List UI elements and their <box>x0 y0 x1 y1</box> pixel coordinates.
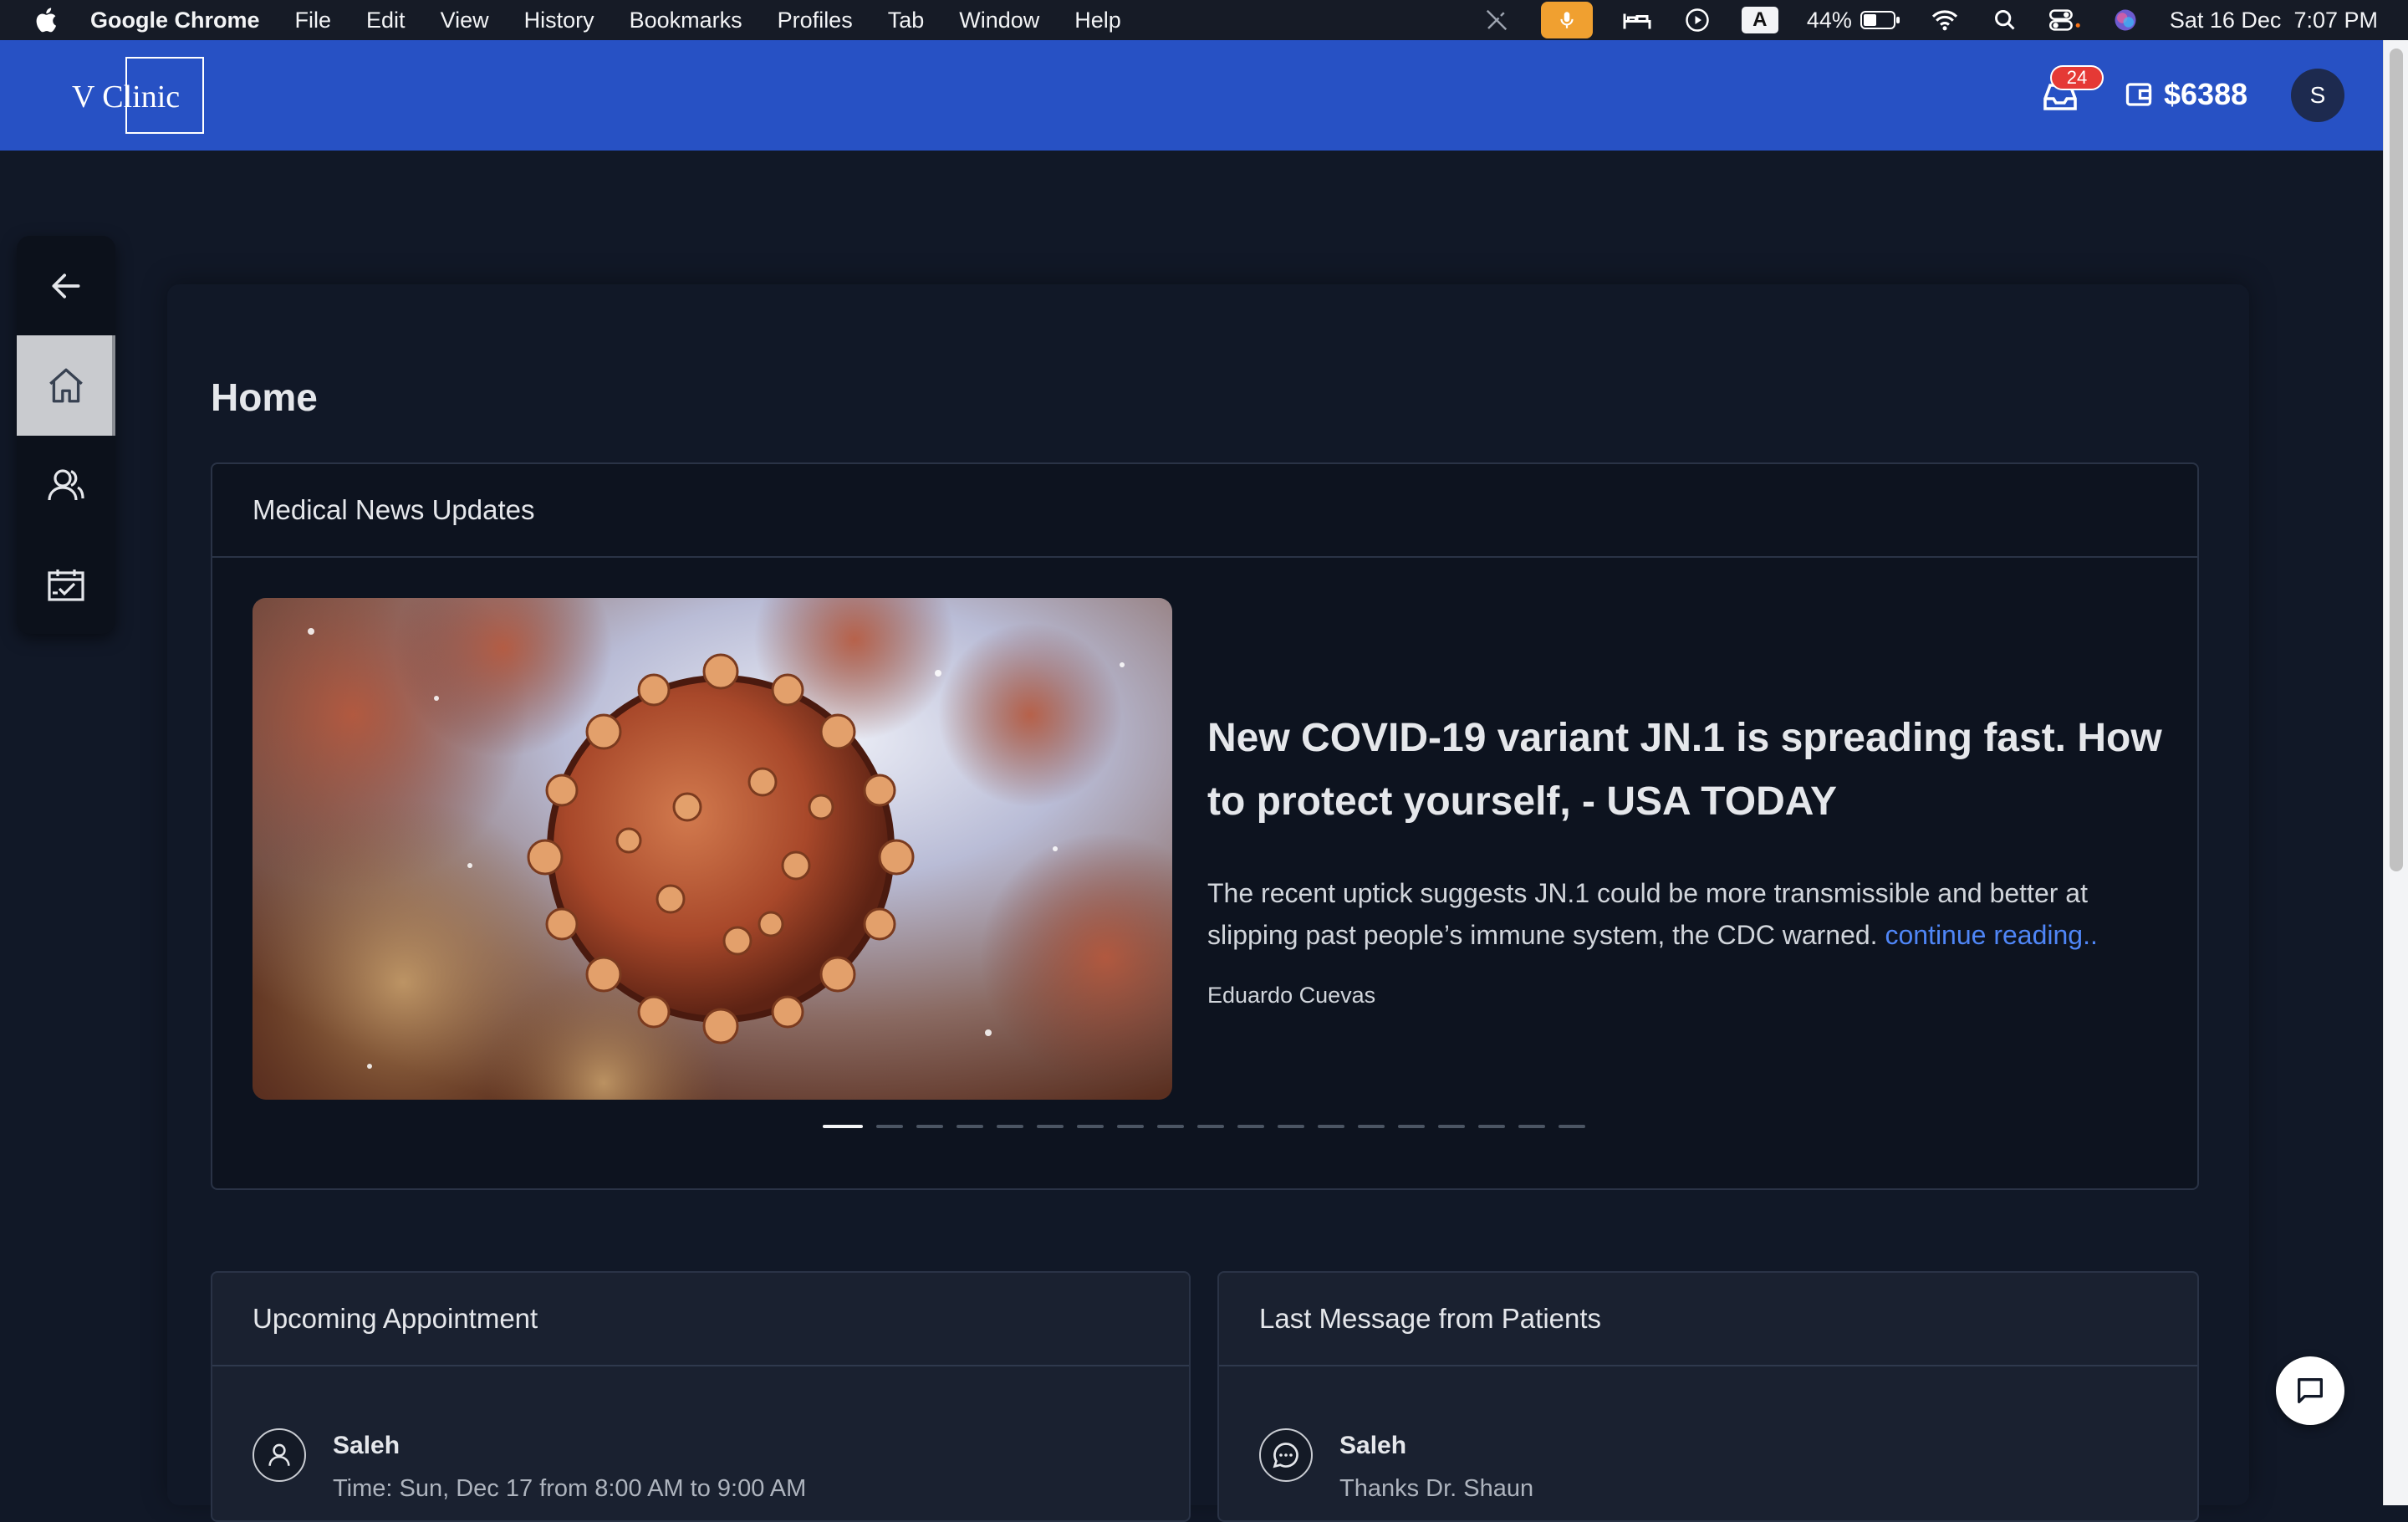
carousel-dot[interactable] <box>957 1125 983 1128</box>
patient-avatar <box>253 1428 306 1482</box>
news-description: The recent uptick suggests JN.1 could be… <box>1207 872 2177 956</box>
upcoming-appointment-card: Upcoming Appointment Saleh Time: Sun, De… <box>211 1271 1191 1522</box>
menu-bookmarks[interactable]: Bookmarks <box>630 8 742 33</box>
carousel-dot[interactable] <box>997 1125 1023 1128</box>
nav-back-button[interactable] <box>17 236 115 336</box>
appointment-time: Time: Sun, Dec 17 from 8:00 AM to 9:00 A… <box>333 1475 807 1502</box>
carousel-dot[interactable] <box>1157 1125 1184 1128</box>
users-icon <box>48 469 84 501</box>
wallet-balance[interactable]: $6388 <box>2124 77 2247 112</box>
message-square-icon <box>2298 1378 2323 1403</box>
news-image-virus[interactable] <box>253 598 1172 1100</box>
carousel-dot[interactable] <box>1077 1125 1104 1128</box>
messages-card-heading: Last Message from Patients <box>1219 1273 2197 1366</box>
last-message-card: Last Message from Patients Saleh Thanks … <box>1217 1271 2199 1522</box>
control-center-icon[interactable] <box>2048 6 2081 34</box>
appointment-patient-name[interactable]: Saleh <box>333 1432 400 1460</box>
nav-home[interactable] <box>17 335 115 436</box>
carousel-dot[interactable] <box>916 1125 943 1128</box>
notification-badge: 24 <box>2050 65 2104 90</box>
macos-menu-bar: Google Chrome File Edit View History Boo… <box>0 0 2408 40</box>
medical-news-card: Medical News Updates New COVID-19 varian… <box>211 462 2199 1190</box>
logo-text: V Clinic <box>72 79 181 115</box>
carousel-dot[interactable] <box>1559 1125 1585 1128</box>
news-card-heading: Medical News Updates <box>212 464 2197 558</box>
carousel-dot[interactable] <box>1438 1125 1465 1128</box>
nav-patients[interactable] <box>17 435 115 535</box>
apple-icon[interactable] <box>33 6 62 34</box>
user-avatar[interactable]: S <box>2291 69 2344 122</box>
carousel-dot[interactable] <box>823 1125 863 1128</box>
carousel-dot[interactable] <box>1237 1125 1264 1128</box>
spotlight-search-icon[interactable] <box>1989 6 2021 34</box>
bed-icon[interactable] <box>1621 6 1653 34</box>
menu-edit[interactable]: Edit <box>366 8 406 33</box>
carousel-dot[interactable] <box>1278 1125 1304 1128</box>
menu-help[interactable]: Help <box>1074 8 1121 33</box>
carousel-dot[interactable] <box>1518 1125 1545 1128</box>
siri-icon[interactable] <box>2110 6 2141 34</box>
battery-status[interactable]: 44% <box>1807 8 1900 33</box>
chat-bubble-icon <box>1273 1443 1298 1468</box>
clinic-logo[interactable]: V Clinic <box>72 57 206 134</box>
menu-file[interactable]: File <box>295 8 332 33</box>
message-text: Thanks Dr. Shaun <box>1339 1475 1534 1502</box>
appointment-card-heading: Upcoming Appointment <box>212 1273 1189 1366</box>
carousel-dot[interactable] <box>1197 1125 1224 1128</box>
menu-view[interactable]: View <box>441 8 489 33</box>
side-navigation <box>17 236 115 634</box>
carousel-indicators <box>823 1125 1585 1128</box>
virus-illustration <box>253 598 1172 1100</box>
chat-button[interactable] <box>2276 1356 2344 1425</box>
carousel-dot[interactable] <box>1398 1125 1425 1128</box>
home-icon <box>49 368 83 403</box>
menu-datetime[interactable]: Sat 16 Dec 7:07 PM <box>2170 8 2378 33</box>
wallet-icon <box>2125 83 2152 106</box>
arrow-left-icon <box>52 273 80 299</box>
calendar-check-icon <box>48 569 84 601</box>
battery-icon <box>1860 11 1900 29</box>
battery-percent: 44% <box>1806 7 1852 33</box>
message-patient-name[interactable]: Saleh <box>1339 1432 1406 1460</box>
input-source-indicator[interactable]: A <box>1741 7 1778 33</box>
carousel-dot[interactable] <box>1478 1125 1505 1128</box>
carousel-dot[interactable] <box>876 1125 903 1128</box>
news-author: Eduardo Cuevas <box>1207 983 1376 1008</box>
message-avatar <box>1259 1428 1313 1482</box>
menu-history[interactable]: History <box>524 8 594 33</box>
menu-tab[interactable]: Tab <box>888 8 925 33</box>
menu-profiles[interactable]: Profiles <box>778 8 853 33</box>
wifi-icon[interactable] <box>1929 6 1961 34</box>
page-title: Home <box>211 375 318 419</box>
play-circle-icon[interactable] <box>1681 6 1713 34</box>
carousel-dot[interactable] <box>1117 1125 1144 1128</box>
scrollbar-thumb[interactable] <box>2390 49 2403 871</box>
news-headline[interactable]: New COVID-19 variant JN.1 is spreading f… <box>1207 707 2177 834</box>
menu-status-area: A 44% Sat 16 Dec 7:07 PM <box>1481 0 2378 40</box>
wallet-amount: $6388 <box>2164 77 2248 111</box>
user-icon <box>268 1443 290 1466</box>
menu-app-name[interactable]: Google Chrome <box>90 8 260 33</box>
menu-window[interactable]: Window <box>959 8 1039 33</box>
carousel-dot[interactable] <box>1318 1125 1344 1128</box>
continue-reading-link[interactable]: continue reading.. <box>1885 920 2097 950</box>
pen-slash-icon[interactable] <box>1481 6 1513 34</box>
carousel-dot[interactable] <box>1037 1125 1064 1128</box>
microphone-icon[interactable] <box>1540 2 1593 38</box>
app-header: V Clinic 24 $6388 S <box>0 40 2383 151</box>
nav-appointments[interactable] <box>17 534 115 635</box>
carousel-dot[interactable] <box>1358 1125 1385 1128</box>
